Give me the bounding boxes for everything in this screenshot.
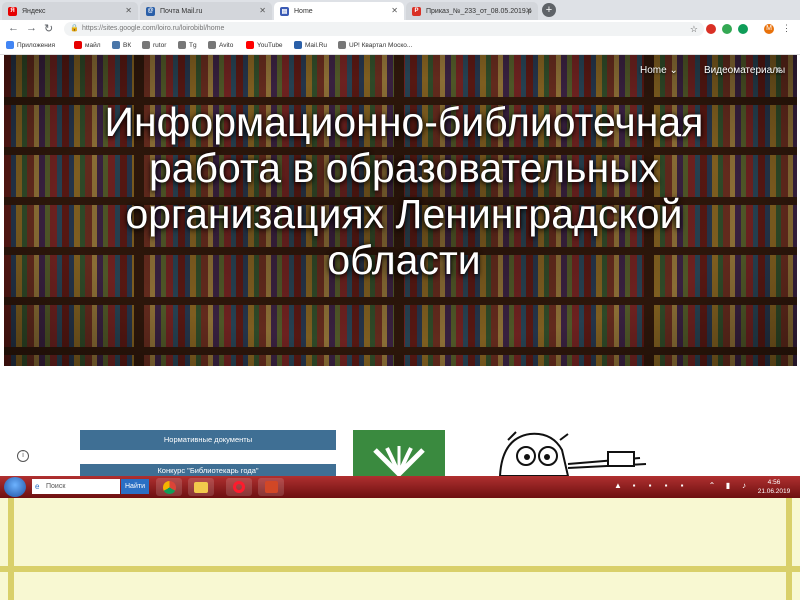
adblock-icon[interactable] xyxy=(706,24,716,34)
mail-icon: @ xyxy=(146,6,155,16)
bookmark-youtube[interactable]: YouTube xyxy=(246,41,283,49)
close-icon[interactable]: ✕ xyxy=(391,6,398,15)
globe-icon xyxy=(142,41,150,49)
bookmark-vk[interactable]: ВК xyxy=(112,41,131,49)
tab-mail[interactable]: @ Почта Mail.ru ✕ xyxy=(140,2,272,20)
yandex-icon xyxy=(74,41,82,49)
tab-home[interactable]: ▤ Home ✕ xyxy=(274,2,404,20)
owl-icon xyxy=(498,431,647,477)
page-title: Информационно-библиотечная работа в обра… xyxy=(104,99,704,283)
close-icon[interactable]: ✕ xyxy=(525,6,532,15)
globe-icon xyxy=(208,41,216,49)
bookmark-apps[interactable]: Приложения xyxy=(6,41,55,49)
windows-start-button[interactable] xyxy=(4,477,26,497)
librarian-contest-button[interactable]: Конкурс "Библиотекарь года" xyxy=(80,464,336,476)
tray-app-icon[interactable]: ▪ xyxy=(628,480,640,492)
bookmark-mail[interactable]: майл xyxy=(74,41,101,49)
check-icon[interactable] xyxy=(738,24,748,34)
nav-home[interactable]: Home ⌄ xyxy=(640,65,678,76)
leaf-logo-icon xyxy=(373,446,425,480)
normative-docs-button[interactable]: Нормативные документы xyxy=(80,430,336,450)
globe-icon xyxy=(338,41,346,49)
tab-yandex[interactable]: Я Яндекс ✕ xyxy=(2,2,138,20)
google-sites-icon: ▤ xyxy=(280,6,289,16)
bookmark-mailru[interactable]: Mail.Ru xyxy=(294,41,327,49)
pdf-icon: P xyxy=(412,6,421,16)
tray-app-icon[interactable]: ▪ xyxy=(676,480,688,492)
slide-border-bottom xyxy=(0,566,800,572)
bookmark-up-kvartal[interactable]: UP! Квартал Моско... xyxy=(338,41,412,49)
tray-up-icon[interactable]: ▲ xyxy=(612,480,624,492)
yandex-icon: Я xyxy=(8,6,17,16)
opera-icon[interactable] xyxy=(226,478,252,496)
shield-icon[interactable] xyxy=(722,24,732,34)
apps-icon xyxy=(6,41,14,49)
chevron-down-icon: ⌄ xyxy=(669,65,678,76)
profile-avatar[interactable]: M xyxy=(764,24,774,34)
url-input[interactable]: 🔒 https://sites.google.com/loiro.ru/loir… xyxy=(64,22,704,36)
vk-icon xyxy=(112,41,120,49)
tray-app-icon[interactable]: ▪ xyxy=(660,480,672,492)
find-button[interactable]: Найти xyxy=(121,479,149,494)
bookmarks-bar: Приложения майл ВК rutor Tg Avito YouTub… xyxy=(0,38,800,55)
search-icon[interactable]: ⌕ xyxy=(776,62,783,77)
screenshot: Я Яндекс ✕ @ Почта Mail.ru ✕ ▤ Home ✕ P … xyxy=(0,0,800,498)
hero-banner: Home ⌄ Видеоматериалы ⌕ Информационно-би… xyxy=(4,55,797,366)
bookmark-avito[interactable]: Avito xyxy=(208,41,233,49)
powerpoint-icon[interactable] xyxy=(258,478,284,496)
tab-pdf[interactable]: P Приказ_№_233_от_08.05.2019.p ✕ xyxy=(406,2,538,20)
network-icon[interactable]: ▮ xyxy=(722,480,734,492)
info-icon[interactable]: i xyxy=(17,450,29,462)
star-icon[interactable]: ☆ xyxy=(690,22,698,36)
tray-app-icon[interactable]: ▪ xyxy=(644,480,656,492)
globe-icon xyxy=(178,41,186,49)
owl-illustration xyxy=(490,430,650,477)
close-icon[interactable]: ✕ xyxy=(259,6,266,15)
volume-icon[interactable]: ♪ xyxy=(738,480,750,492)
ie-icon: e xyxy=(35,482,40,491)
nav-videos[interactable]: Видеоматериалы xyxy=(704,65,785,76)
clock[interactable]: 4:56 21.06.2019 xyxy=(752,478,796,496)
lock-icon: 🔒 xyxy=(70,25,79,32)
folder-icon[interactable] xyxy=(188,478,214,496)
green-logo[interactable] xyxy=(353,430,445,480)
address-bar: ← → ↻ 🔒 https://sites.google.com/loiro.r… xyxy=(0,20,800,39)
menu-icon[interactable]: ⋮ xyxy=(782,23,791,34)
tab-bar: Я Яндекс ✕ @ Почта Mail.ru ✕ ▤ Home ✕ P … xyxy=(0,0,800,20)
page-content: Нормативные документы Конкурс "Библиотек… xyxy=(0,366,800,480)
search-input[interactable]: e Поиск xyxy=(32,479,120,494)
tray-arrow-icon[interactable]: ⌃ xyxy=(706,480,718,492)
mail-icon xyxy=(294,41,302,49)
taskbar: e Поиск Найти ▲ ▪ ▪ ▪ ▪ ⌃ ▮ ♪ 4:56 21.06… xyxy=(0,476,800,498)
bookmark-tg[interactable]: Tg xyxy=(178,41,197,49)
back-icon[interactable]: ← xyxy=(8,22,19,34)
youtube-icon xyxy=(246,41,254,49)
new-tab-button[interactable]: + xyxy=(542,3,556,17)
forward-icon[interactable]: → xyxy=(26,22,37,34)
close-icon[interactable]: ✕ xyxy=(125,6,132,15)
bookmark-rutor[interactable]: rutor xyxy=(142,41,166,49)
reload-icon[interactable]: ↻ xyxy=(44,22,53,35)
chrome-icon[interactable] xyxy=(156,478,182,496)
